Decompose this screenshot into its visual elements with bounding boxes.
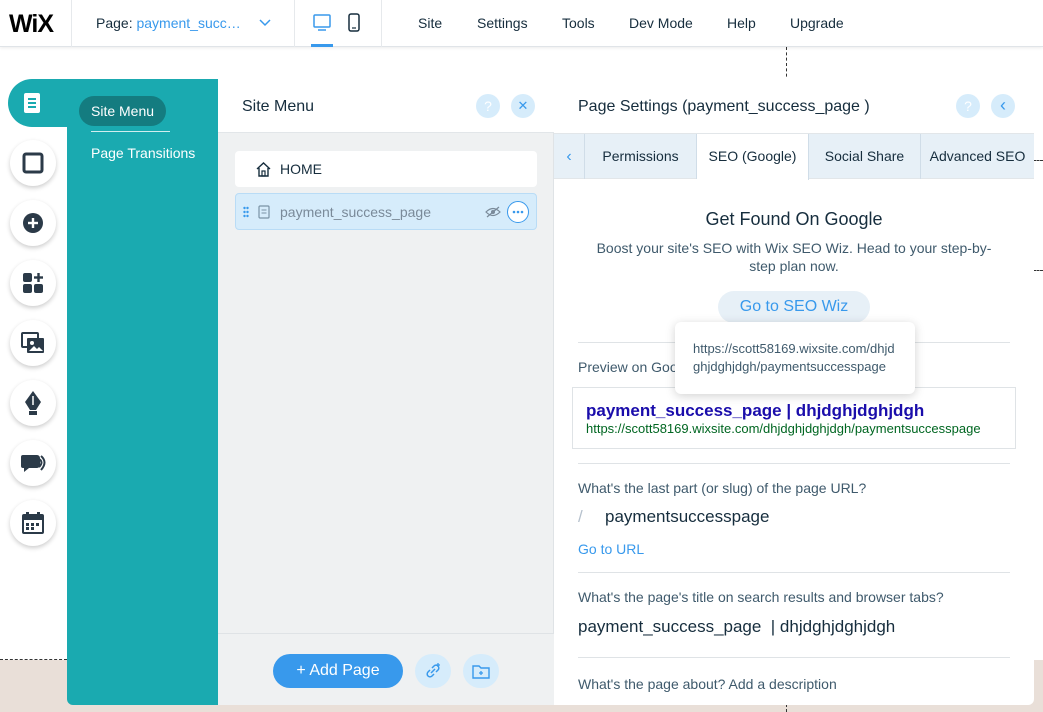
canvas-guide-line — [1033, 270, 1043, 271]
page-item-payment-success[interactable]: payment_success_page — [235, 193, 537, 230]
tab-seo-google[interactable]: SEO (Google) — [697, 134, 809, 180]
desktop-active-indicator — [311, 44, 333, 47]
hidden-eye-icon[interactable] — [485, 206, 501, 218]
menu-dev-mode[interactable]: Dev Mode — [629, 15, 693, 31]
tool-chat[interactable] — [10, 440, 56, 486]
add-folder-button[interactable] — [463, 654, 499, 688]
menu-tools[interactable]: Tools — [562, 15, 595, 31]
settings-tabs: ‹ Permissions SEO (Google) Social Share … — [554, 133, 1034, 180]
more-dots-icon — [512, 210, 524, 214]
divider — [294, 0, 295, 47]
menu-help[interactable]: Help — [727, 15, 756, 31]
site-menu-nav-item[interactable]: Site Menu — [79, 96, 167, 126]
bookings-icon — [22, 512, 44, 534]
google-preview-label: Preview on Goo — [578, 359, 678, 375]
divider — [578, 657, 1010, 658]
divider — [578, 572, 1010, 573]
menu-upgrade[interactable]: Upgrade — [790, 15, 844, 31]
canvas-guide-line — [1033, 160, 1043, 161]
site-menu-title: Site Menu — [242, 98, 315, 115]
add-link-button[interactable] — [415, 654, 451, 688]
menu-settings[interactable]: Settings — [477, 15, 528, 31]
folder-icon — [472, 665, 490, 679]
back-button[interactable]: ‹ — [991, 94, 1015, 118]
page-item-label: HOME — [280, 161, 322, 177]
close-button[interactable]: ✕ — [511, 94, 535, 118]
drag-handle-icon[interactable] — [243, 206, 249, 218]
divider — [71, 0, 72, 47]
menu-site[interactable]: Site — [418, 15, 442, 31]
site-menu-panel: Site Menu ? ✕ HOME payment_success_page — [218, 79, 554, 705]
media-icon — [21, 332, 44, 353]
tool-blog[interactable] — [10, 380, 56, 426]
canvas-guide-line — [0, 659, 67, 660]
add-page-button[interactable]: + Add Page — [273, 654, 403, 688]
blog-icon — [25, 391, 41, 415]
add-icon — [23, 213, 43, 233]
page-icon — [258, 205, 270, 219]
site-menu-footer: + Add Page — [218, 633, 554, 705]
description-question: What's the page about? Add a description — [578, 676, 837, 692]
go-to-url-link[interactable]: Go to URL — [578, 541, 644, 557]
page-item-label: payment_success_page — [280, 204, 431, 220]
tool-bookings[interactable] — [10, 500, 56, 546]
google-preview-title: payment_success_page | dhjdghjdghjdgh — [586, 401, 925, 420]
title-question: What's the page's title on search result… — [578, 589, 944, 605]
tab-advanced-seo[interactable]: Advanced SEO — [921, 134, 1034, 179]
seo-heading: Get Found On Google — [705, 209, 883, 229]
tool-background[interactable] — [10, 140, 56, 186]
canvas-guide-line — [786, 47, 787, 82]
divider — [578, 463, 1010, 464]
seo-title-input[interactable]: payment_success_page | dhjdghjdghjdgh — [578, 617, 895, 637]
divider — [381, 0, 382, 47]
apps-icon — [23, 273, 43, 293]
go-to-seo-wiz-button[interactable]: Go to SEO Wiz — [718, 291, 870, 323]
tool-pages[interactable] — [8, 79, 76, 127]
google-preview-box: payment_success_page | dhjdghjdghjdgh ht… — [572, 387, 1016, 449]
tool-add[interactable] — [10, 200, 56, 246]
help-button[interactable]: ? — [956, 94, 980, 118]
background-icon — [22, 152, 44, 174]
wix-logo[interactable]: WiX — [9, 10, 54, 39]
seo-subtext: Boost your site's SEO with Wix SEO Wiz. … — [596, 240, 992, 274]
tabs-scroll-left[interactable]: ‹ — [554, 134, 585, 179]
pages-side-panel: Site Menu Page Transitions — [67, 79, 218, 705]
nav-divider — [91, 131, 170, 132]
slug-question: What's the last part (or slug) of the pa… — [578, 480, 867, 496]
page-transitions-nav-item[interactable]: Page Transitions — [91, 145, 195, 161]
help-button[interactable]: ? — [476, 94, 500, 118]
mobile-icon[interactable] — [347, 12, 361, 34]
link-icon — [426, 663, 440, 678]
page-selector-label: Page: — [96, 15, 133, 31]
site-menu-header: Site Menu ? ✕ — [218, 79, 554, 133]
slug-prefix: / — [578, 507, 583, 526]
canvas-guide-line — [786, 704, 787, 712]
chevron-down-icon[interactable] — [258, 15, 272, 29]
pages-icon — [24, 93, 40, 113]
slug-input[interactable]: paymentsuccesspage — [605, 507, 769, 527]
tool-apps[interactable] — [10, 260, 56, 306]
chat-icon — [21, 455, 46, 472]
desktop-icon[interactable] — [312, 12, 332, 34]
more-options-button[interactable] — [507, 201, 529, 223]
url-tooltip: https://scott58169.wixsite.com/dhjdghjdg… — [675, 322, 915, 394]
editor-top-bar: WiX Page: payment_succ… Site Settings To… — [0, 0, 1043, 47]
home-icon — [256, 162, 271, 177]
page-settings-title: Page Settings (payment_success_page ) — [578, 98, 870, 115]
page-selector-value: payment_succ… — [136, 15, 241, 31]
page-selector[interactable]: Page: payment_succ… — [96, 15, 241, 31]
tab-permissions[interactable]: Permissions — [585, 134, 697, 179]
tab-social-share[interactable]: Social Share — [809, 134, 921, 179]
google-preview-url: https://scott58169.wixsite.com/dhjdghjdg… — [586, 421, 981, 436]
tool-media[interactable] — [10, 320, 56, 366]
page-item-home[interactable]: HOME — [235, 151, 537, 187]
